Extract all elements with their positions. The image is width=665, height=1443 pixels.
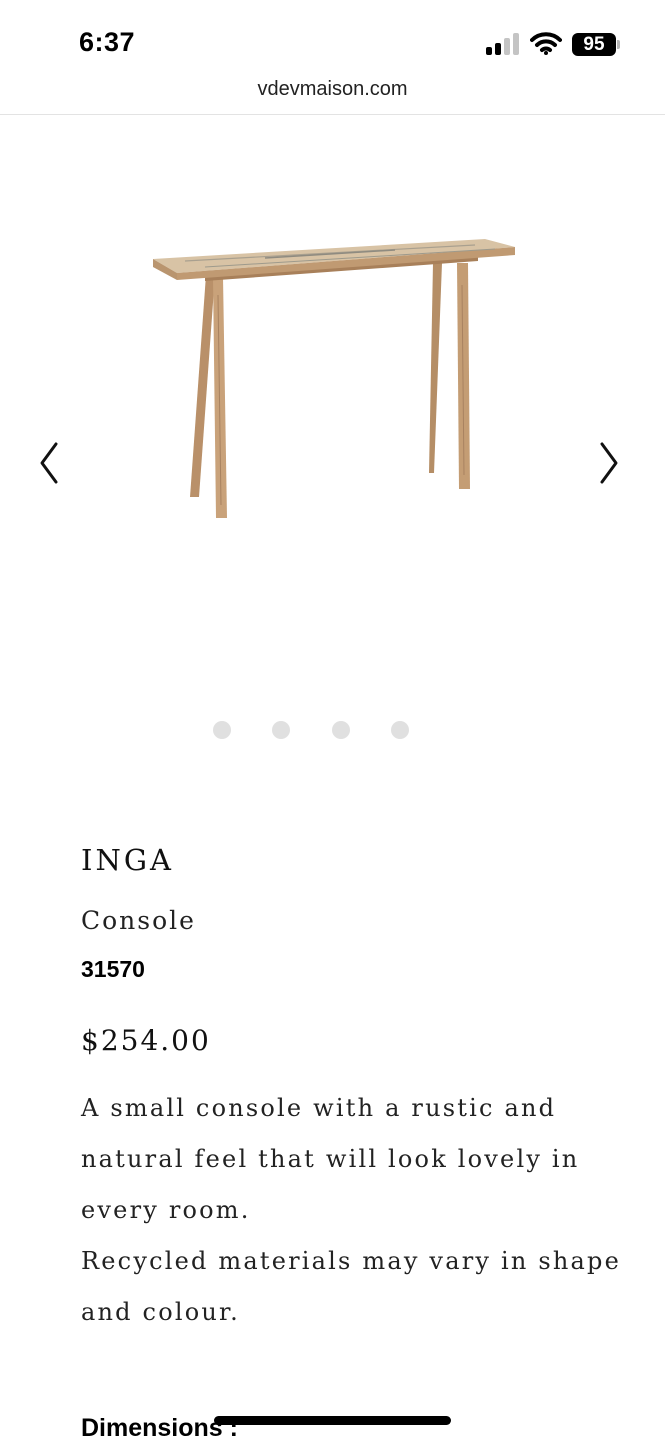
status-bar: 6:37 95 [0, 0, 665, 70]
description-paragraph: Recycled materials may vary in shape and… [81, 1247, 621, 1326]
product-price: $254.00 [81, 1024, 211, 1057]
battery-tip [617, 40, 620, 49]
gallery-pagination [0, 721, 665, 739]
product-sku: 31570 [81, 956, 145, 982]
cellular-signal-icon [486, 33, 520, 55]
product-image-console-table [153, 239, 515, 518]
chevron-right-icon[interactable] [594, 440, 624, 486]
pagination-dot[interactable] [332, 721, 350, 739]
product-name: INGA [81, 843, 174, 877]
product-category: Console [81, 906, 196, 935]
pagination-dot[interactable] [213, 721, 231, 739]
battery-icon: 95 [572, 33, 616, 56]
chevron-left-icon[interactable] [34, 440, 64, 486]
home-indicator[interactable] [214, 1416, 451, 1425]
pagination-dot[interactable] [391, 721, 409, 739]
wifi-icon [530, 32, 562, 55]
pagination-dot[interactable] [272, 721, 290, 739]
product-description: A small console with a rustic and natura… [81, 1083, 641, 1338]
description-paragraph: A small console with a rustic and natura… [81, 1094, 580, 1224]
url-bar[interactable]: vdevmaison.com [0, 78, 665, 101]
status-time: 6:37 [79, 27, 136, 57]
